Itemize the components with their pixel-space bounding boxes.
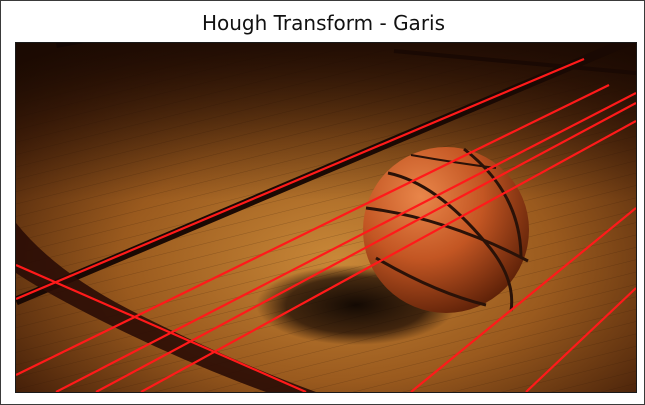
hough-result-image bbox=[16, 43, 636, 392]
basketball bbox=[363, 147, 529, 313]
figure-title: Hough Transform - Garis bbox=[201, 11, 446, 35]
image-axes bbox=[15, 42, 637, 393]
figure-window: Hough Transform - Garis bbox=[0, 0, 645, 405]
